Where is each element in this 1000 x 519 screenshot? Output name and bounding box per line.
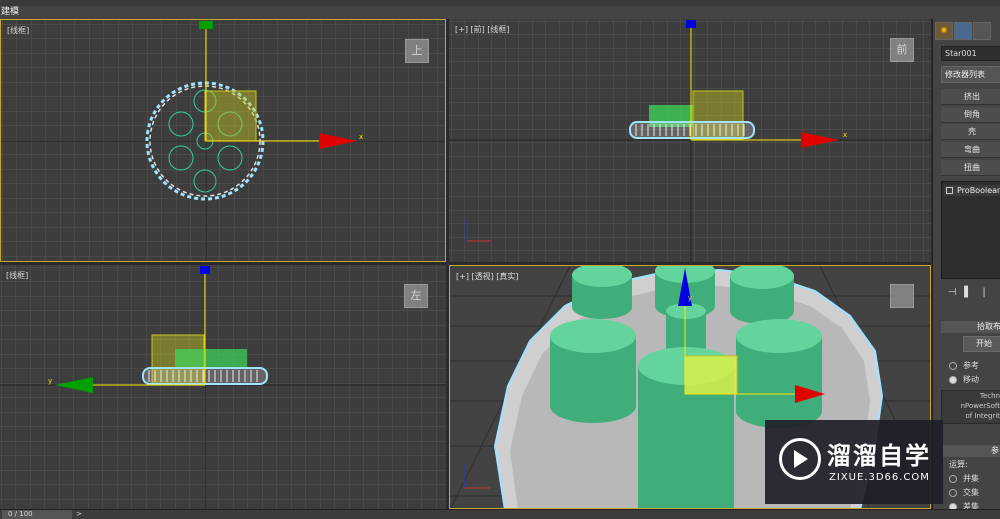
x-axis-label: x xyxy=(359,133,363,141)
y-axis-label: y xyxy=(688,294,692,302)
viewport-top-canvas: x xyxy=(1,20,445,261)
radio-move[interactable]: 移动 xyxy=(949,374,979,385)
viewport-left[interactable]: y [线框] 左 xyxy=(0,265,446,509)
viewport-label[interactable]: [+] [透视] [真实] xyxy=(456,271,519,282)
viewcube[interactable]: 上 xyxy=(405,39,429,63)
radio-label: 并集 xyxy=(963,474,979,483)
radio-dot xyxy=(949,375,957,384)
stack-item-icon xyxy=(946,187,953,194)
radio-dot xyxy=(949,474,957,483)
y-axis-label: y xyxy=(48,377,52,385)
viewcube[interactable]: 左 xyxy=(404,284,428,308)
info-line: nPowerSoft xyxy=(960,402,1000,410)
viewport-left-canvas: y xyxy=(0,265,446,509)
panel-tabs: ✷ xyxy=(935,21,1000,40)
stack-item-label: ProBoolean xyxy=(957,186,1000,195)
radio-label: 参考 xyxy=(963,361,979,370)
make-unique-icon[interactable]: | xyxy=(979,287,989,299)
radio-label: 交集 xyxy=(963,488,979,497)
menu-bar: 建模 xyxy=(0,6,1000,20)
bend-button[interactable]: 弯曲 xyxy=(941,142,1000,158)
viewcube[interactable]: 前 xyxy=(890,38,914,62)
operation-label: 运算: xyxy=(949,460,968,469)
modifier-list-dropdown[interactable]: 修改器列表 xyxy=(941,66,1000,83)
viewport-label[interactable]: [线框] xyxy=(6,270,28,281)
stack-item[interactable]: ProBoolean xyxy=(944,185,1000,196)
radio-reference[interactable]: 参考 xyxy=(949,360,979,371)
viewport-top[interactable]: x [线框] 上 xyxy=(0,19,446,262)
watermark-url: ZIXUE.3D66.COM xyxy=(829,472,930,483)
radio-dot xyxy=(949,361,957,370)
start-picking-button[interactable]: 开始 xyxy=(963,336,1000,352)
radio-union[interactable]: 并集 xyxy=(949,473,979,484)
stack-tools: ⊣ ▌ | xyxy=(947,287,1000,301)
radio-intersection[interactable]: 交集 xyxy=(949,487,979,498)
hierarchy-tab-icon[interactable] xyxy=(973,22,991,40)
gear-front[interactable] xyxy=(629,121,755,139)
watermark-brand: 溜溜自学 xyxy=(827,442,931,470)
shell-button[interactable]: 壳 xyxy=(941,124,1000,140)
twist-button[interactable]: 扭曲 xyxy=(941,160,1000,176)
info-line: Techn xyxy=(979,392,1000,400)
pick-rollout[interactable]: 拾取布 xyxy=(941,321,1000,333)
modify-tab-icon[interactable] xyxy=(954,22,972,40)
parameters-rollout[interactable]: 参 xyxy=(941,445,1000,457)
show-end-result-icon[interactable]: ▌ xyxy=(963,287,973,299)
viewport-label[interactable]: [+] [前] [线框] xyxy=(455,24,510,35)
modifier-stack: ProBoolean xyxy=(941,181,1000,279)
create-tab-icon[interactable]: ✷ xyxy=(935,22,953,40)
bevel-button[interactable]: 倒角 xyxy=(941,107,1000,123)
menu-label-modeling[interactable]: 建模 xyxy=(0,6,19,19)
pin-stack-icon[interactable]: ⊣ xyxy=(947,287,957,299)
object-name-field[interactable]: Star001 xyxy=(941,46,1000,61)
viewport-front-canvas: x xyxy=(449,19,931,262)
x-axis-label: x xyxy=(843,131,847,139)
radio-dot xyxy=(949,488,957,497)
viewport-label[interactable]: [线框] xyxy=(7,25,29,36)
play-logo-icon xyxy=(779,438,821,480)
info-line: of Integrit xyxy=(965,412,1000,420)
viewcube[interactable] xyxy=(890,284,914,308)
info-box: Techn nPowerSoft of Integrit xyxy=(941,390,1000,424)
viewport-front[interactable]: x [+] [前] [线框] 前 xyxy=(449,19,931,262)
watermark: 溜溜自学 ZIXUE.3D66.COM xyxy=(765,420,943,504)
extrude-button[interactable]: 挤出 xyxy=(941,89,1000,105)
radio-label: 移动 xyxy=(963,375,979,384)
